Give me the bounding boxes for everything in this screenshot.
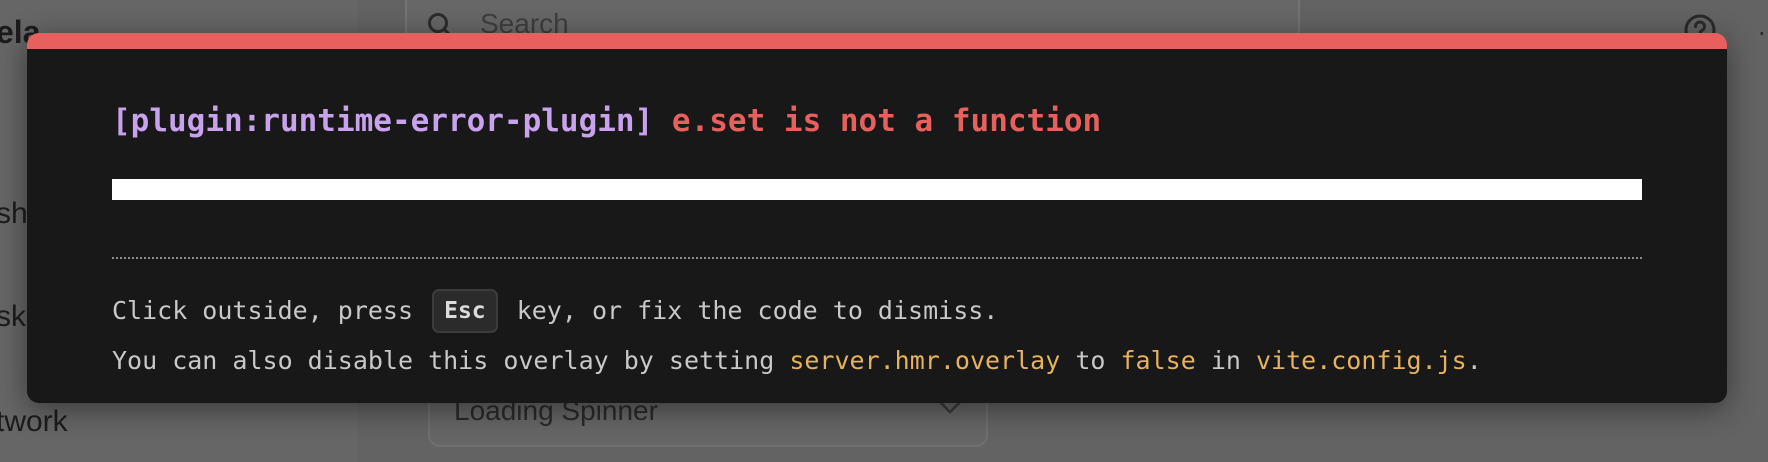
error-message: e.set is not a function — [671, 103, 1102, 139]
config-tip: You can also disable this overlay by set… — [112, 343, 1482, 379]
config-option: server.hmr.overlay — [789, 346, 1061, 375]
config-file: vite.config.js — [1256, 346, 1467, 375]
esc-key: Esc — [432, 289, 498, 333]
header-edge-icon: ⋅ — [1758, 21, 1766, 48]
tip-text: key, or fix the code to dismiss. — [516, 296, 999, 325]
error-title: [plugin:runtime-error-plugin] e.set is n… — [112, 103, 1101, 139]
sidebar-item[interactable]: sk — [0, 300, 26, 334]
error-plugin-name: [plugin:runtime-error-plugin] — [112, 103, 654, 139]
sidebar-item[interactable]: twork — [0, 405, 68, 439]
config-value: false — [1120, 346, 1196, 375]
dismiss-tip: Click outside, press Esc key, or fix the… — [112, 289, 998, 333]
tip-text: Click outside, press — [112, 296, 414, 325]
tip-text: You can also disable this overlay by set… — [112, 346, 775, 375]
divider — [112, 257, 1642, 259]
error-overlay[interactable]: [plugin:runtime-error-plugin] e.set is n… — [27, 33, 1727, 403]
tip-text: to — [1075, 346, 1106, 375]
tip-text: in — [1210, 346, 1241, 375]
sidebar-item[interactable]: sh — [0, 197, 28, 231]
tip-text: . — [1466, 346, 1482, 375]
error-frame — [112, 179, 1642, 200]
